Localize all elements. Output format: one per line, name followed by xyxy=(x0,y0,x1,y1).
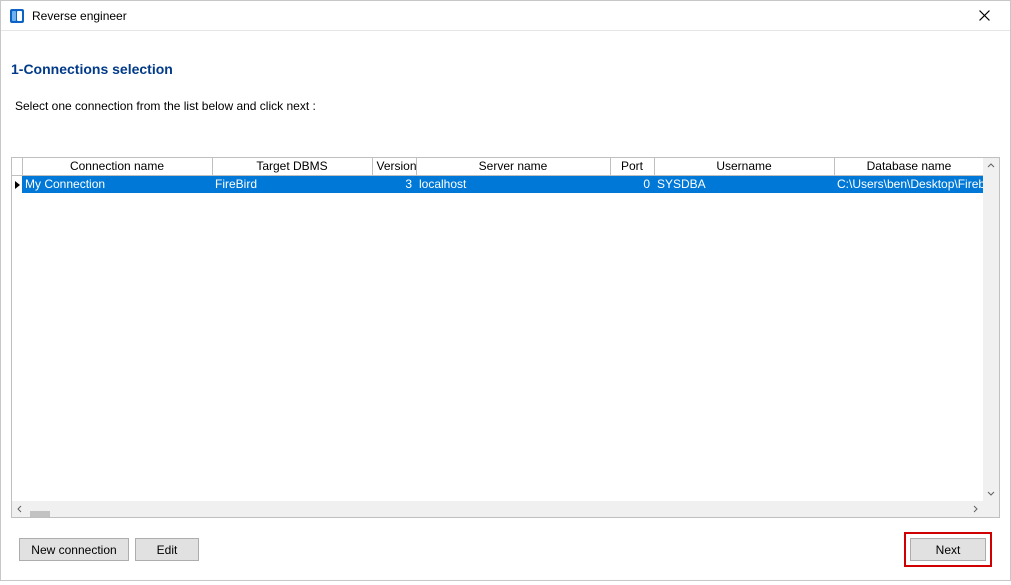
instruction-text: Select one connection from the list belo… xyxy=(15,99,1000,113)
column-header-target-dbms[interactable]: Target DBMS xyxy=(212,158,372,176)
column-header-server-name[interactable]: Server name xyxy=(416,158,610,176)
column-header-connection-name[interactable]: Connection name xyxy=(22,158,212,176)
cell-port[interactable]: 0 xyxy=(610,176,654,193)
scroll-up-icon[interactable] xyxy=(983,158,999,174)
cell-target-dbms[interactable]: FireBird xyxy=(212,176,372,193)
button-bar: New connection Edit Next xyxy=(11,518,1000,577)
titlebar: Reverse engineer xyxy=(1,1,1010,31)
connections-grid[interactable]: Connection name Target DBMS Version Serv… xyxy=(11,157,1000,518)
close-icon xyxy=(979,10,990,21)
cell-database-name[interactable]: C:\Users\ben\Desktop\FirebirdDataba xyxy=(834,176,983,193)
grid-table: Connection name Target DBMS Version Serv… xyxy=(12,158,983,193)
scroll-right-icon[interactable] xyxy=(967,501,983,517)
content-area: 1-Connections selection Select one conne… xyxy=(1,31,1010,585)
scroll-down-icon[interactable] xyxy=(983,485,999,501)
scrollbar-corner xyxy=(983,501,999,517)
edit-button[interactable]: Edit xyxy=(135,538,199,561)
column-header-port[interactable]: Port xyxy=(610,158,654,176)
horizontal-scroll-thumb[interactable] xyxy=(30,511,50,518)
next-button[interactable]: Next xyxy=(910,538,986,561)
table-row[interactable]: My Connection FireBird 3 localhost 0 SYS… xyxy=(12,176,983,193)
grid-header-row: Connection name Target DBMS Version Serv… xyxy=(12,158,983,176)
window-title: Reverse engineer xyxy=(32,9,964,23)
column-header-username[interactable]: Username xyxy=(654,158,834,176)
cell-username[interactable]: SYSDBA xyxy=(654,176,834,193)
column-header-version[interactable]: Version xyxy=(372,158,416,176)
row-indicator-icon xyxy=(12,176,22,193)
column-header-database-name[interactable]: Database name xyxy=(834,158,983,176)
scroll-left-icon[interactable] xyxy=(12,501,28,517)
cell-version[interactable]: 3 xyxy=(372,176,416,193)
vertical-scroll-track[interactable] xyxy=(983,174,999,485)
next-highlight: Next xyxy=(904,532,992,567)
grid-viewport: Connection name Target DBMS Version Serv… xyxy=(12,158,983,501)
new-connection-button[interactable]: New connection xyxy=(19,538,129,561)
close-button[interactable] xyxy=(964,2,1004,30)
cell-server-name[interactable]: localhost xyxy=(416,176,610,193)
step-title: 1-Connections selection xyxy=(11,61,1000,77)
horizontal-scrollbar[interactable] xyxy=(12,501,983,517)
cell-connection-name[interactable]: My Connection xyxy=(22,176,212,193)
vertical-scrollbar[interactable] xyxy=(983,158,999,501)
app-icon xyxy=(9,8,25,24)
